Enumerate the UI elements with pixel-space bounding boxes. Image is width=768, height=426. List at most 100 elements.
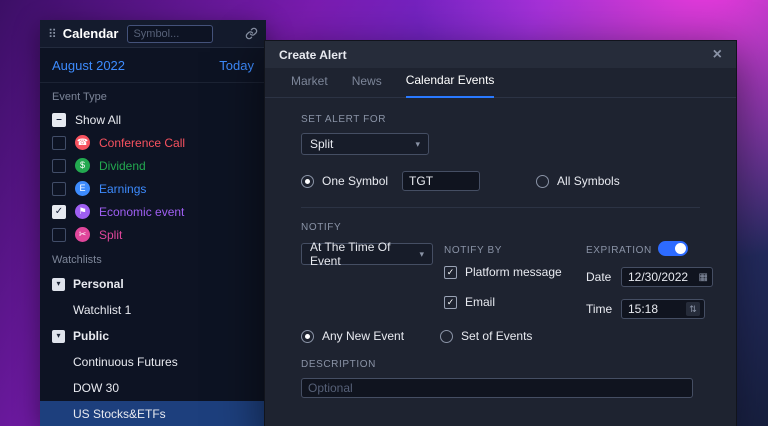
dialog-tabs: Market News Calendar Events bbox=[265, 68, 736, 98]
event-type-label: Earnings bbox=[99, 182, 146, 196]
notify-when-select[interactable]: At The Time Of Event ▾ bbox=[301, 243, 433, 265]
date-label: Date bbox=[586, 270, 621, 284]
event-scope-row: Any New Event Set of Events bbox=[301, 329, 700, 343]
email-option: Email bbox=[444, 295, 495, 309]
dividend-checkbox[interactable] bbox=[52, 159, 66, 173]
watchlist-label: Watchlist 1 bbox=[73, 303, 131, 317]
expiration-label: EXPIRATION bbox=[586, 245, 652, 256]
watchlist-group-public[interactable]: ▾ Public bbox=[40, 323, 266, 349]
date-input[interactable]: 12/30/2022 ▦ bbox=[621, 267, 713, 287]
watchlist-label: Continuous Futures bbox=[73, 355, 178, 369]
event-type-row: $ Dividend bbox=[40, 154, 266, 177]
month-row: August 2022 Today bbox=[40, 48, 266, 83]
event-type-row: ⚑ Economic event bbox=[40, 200, 266, 223]
chevron-down-icon[interactable]: ▾ bbox=[52, 278, 65, 291]
panel-title: Calendar bbox=[63, 26, 119, 41]
time-stepper-icon[interactable]: ⇅ bbox=[686, 302, 700, 316]
dialog-title: Create Alert bbox=[279, 48, 347, 62]
close-icon[interactable]: × bbox=[713, 47, 722, 63]
event-type-label: Split bbox=[99, 228, 122, 242]
symbol-search-input[interactable] bbox=[127, 25, 213, 43]
dialog-header[interactable]: Create Alert × bbox=[265, 41, 736, 68]
time-row: Time 15:18 ⇅ bbox=[586, 299, 705, 319]
chevron-down-icon: ▾ bbox=[415, 139, 420, 150]
alert-type-value: Split bbox=[310, 137, 333, 151]
date-row: Date 12/30/2022 ▦ bbox=[586, 267, 713, 287]
event-type-label: Show All bbox=[75, 113, 121, 127]
dollar-icon: $ bbox=[75, 158, 90, 173]
drag-handle-icon[interactable]: ⠿ bbox=[48, 27, 57, 41]
set-alert-for-label: SET ALERT FOR bbox=[301, 114, 700, 125]
platform-message-option: Platform message bbox=[444, 265, 562, 279]
all-symbols-radio[interactable] bbox=[536, 175, 549, 188]
tab-market[interactable]: Market bbox=[291, 74, 328, 97]
email-checkbox[interactable] bbox=[444, 296, 457, 309]
earnings-icon: E bbox=[75, 181, 90, 196]
time-label: Time bbox=[586, 302, 621, 316]
event-type-list: Show All ☎ Conference Call $ Dividend E … bbox=[40, 108, 266, 246]
watchlist-item-watchlist-1[interactable]: Watchlist 1 bbox=[40, 297, 266, 323]
platform-message-label: Platform message bbox=[465, 265, 562, 279]
notify-by-label: NOTIFY BY bbox=[444, 245, 502, 256]
notify-label: NOTIFY bbox=[301, 222, 700, 233]
watchlist-label: Public bbox=[73, 329, 109, 343]
event-type-row: E Earnings bbox=[40, 177, 266, 200]
alert-type-select[interactable]: Split ▾ bbox=[301, 133, 429, 155]
calendar-icon[interactable]: ▦ bbox=[699, 272, 708, 283]
email-label: Email bbox=[465, 295, 495, 309]
all-symbols-label: All Symbols bbox=[557, 174, 620, 188]
divider bbox=[301, 207, 700, 208]
show-all-checkbox[interactable] bbox=[52, 113, 66, 127]
time-input[interactable]: 15:18 ⇅ bbox=[621, 299, 705, 319]
description-label: DESCRIPTION bbox=[301, 359, 700, 370]
expiration-toggle[interactable] bbox=[658, 241, 688, 256]
dialog-body: SET ALERT FOR Split ▾ One Symbol All Sym… bbox=[265, 98, 736, 398]
today-button[interactable]: Today bbox=[219, 58, 254, 73]
event-type-label: Conference Call bbox=[99, 136, 185, 150]
watchlist-tree: ▾ Personal Watchlist 1 ▾ Public Continuo… bbox=[40, 271, 266, 426]
desktop-background: ⠿ Calendar August 2022 Today Event Type … bbox=[0, 0, 768, 426]
calendar-widget-header: ⠿ Calendar bbox=[40, 20, 266, 48]
earnings-checkbox[interactable] bbox=[52, 182, 66, 196]
split-checkbox[interactable] bbox=[52, 228, 66, 242]
watchlist-item-dow-30[interactable]: DOW 30 bbox=[40, 375, 266, 401]
notify-section: At The Time Of Event ▾ NOTIFY BY Platfor… bbox=[301, 239, 700, 329]
watchlist-item-us-stocks-etfs[interactable]: US Stocks&ETFs bbox=[40, 401, 266, 426]
chevron-down-icon[interactable]: ▾ bbox=[52, 330, 65, 343]
phone-icon: ☎ bbox=[75, 135, 90, 150]
one-symbol-radio[interactable] bbox=[301, 175, 314, 188]
set-of-events-radio[interactable] bbox=[440, 330, 453, 343]
event-type-label: Dividend bbox=[99, 159, 146, 173]
watchlist-label: Personal bbox=[73, 277, 124, 291]
symbol-scope-row: One Symbol All Symbols bbox=[301, 171, 700, 191]
watchlist-group-personal[interactable]: ▾ Personal bbox=[40, 271, 266, 297]
event-type-row: ✂ Split bbox=[40, 223, 266, 246]
link-icon[interactable] bbox=[245, 27, 258, 40]
any-new-event-radio[interactable] bbox=[301, 330, 314, 343]
set-of-events-label: Set of Events bbox=[461, 329, 532, 343]
symbol-value-input[interactable] bbox=[402, 171, 480, 191]
watchlist-item-continuous-futures[interactable]: Continuous Futures bbox=[40, 349, 266, 375]
time-value: 15:18 bbox=[628, 302, 658, 316]
event-type-section-label: Event Type bbox=[40, 83, 266, 108]
tab-calendar-events[interactable]: Calendar Events bbox=[406, 73, 495, 98]
conference-call-checkbox[interactable] bbox=[52, 136, 66, 150]
calendar-widget: ⠿ Calendar August 2022 Today Event Type … bbox=[40, 20, 266, 426]
event-type-row: ☎ Conference Call bbox=[40, 131, 266, 154]
watchlist-label: US Stocks&ETFs bbox=[73, 407, 166, 421]
one-symbol-label: One Symbol bbox=[322, 174, 388, 188]
economic-event-checkbox[interactable] bbox=[52, 205, 66, 219]
notify-when-value: At The Time Of Event bbox=[310, 240, 413, 268]
chevron-down-icon: ▾ bbox=[419, 249, 424, 260]
watchlist-label: DOW 30 bbox=[73, 381, 119, 395]
tab-news[interactable]: News bbox=[352, 74, 382, 97]
platform-message-checkbox[interactable] bbox=[444, 266, 457, 279]
month-label[interactable]: August 2022 bbox=[52, 58, 125, 73]
any-new-event-label: Any New Event bbox=[322, 329, 404, 343]
watchlists-section-label: Watchlists bbox=[40, 246, 266, 271]
description-input[interactable] bbox=[301, 378, 693, 398]
event-type-row: Show All bbox=[40, 108, 266, 131]
create-alert-dialog: Create Alert × Market News Calendar Even… bbox=[264, 40, 737, 426]
economic-event-icon: ⚑ bbox=[75, 204, 90, 219]
scissors-icon: ✂ bbox=[75, 227, 90, 242]
